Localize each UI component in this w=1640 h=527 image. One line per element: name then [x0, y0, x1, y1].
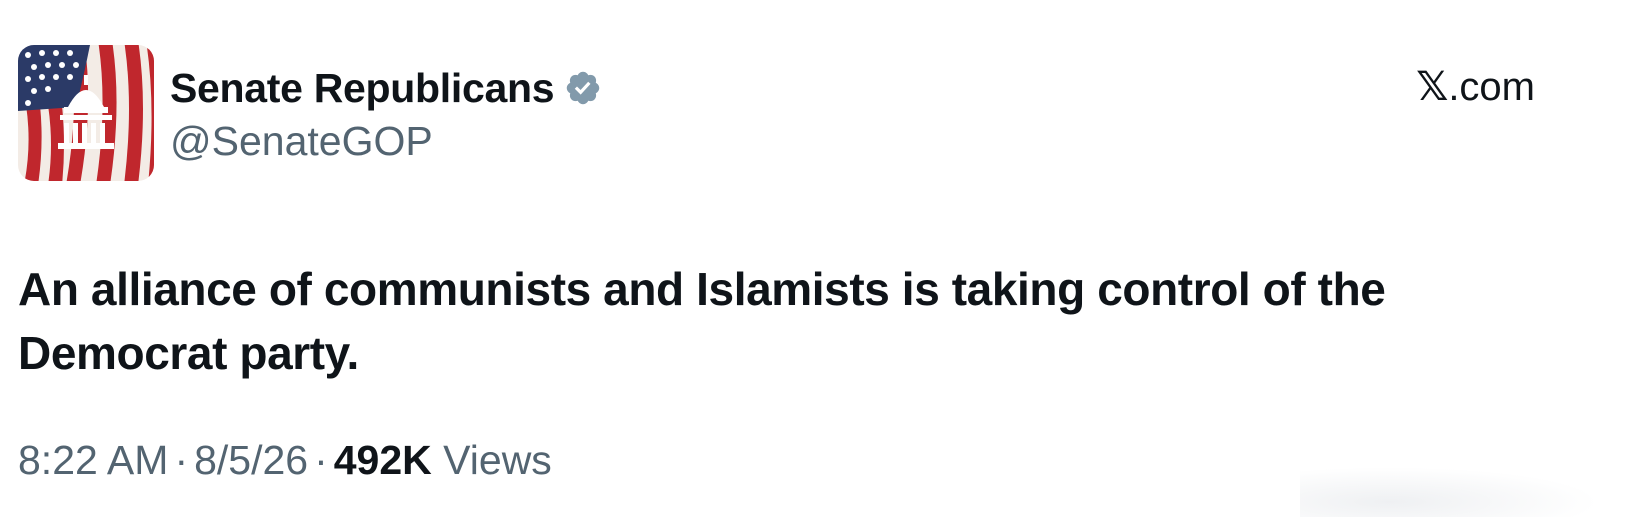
tweet-text: An alliance of communists and Islamists …	[18, 263, 1386, 379]
capitol-flag-avatar-icon	[18, 45, 154, 181]
name-row: Senate Republicans	[170, 62, 602, 114]
image-artifact	[1300, 467, 1600, 517]
handle[interactable]: @SenateGOP	[170, 118, 602, 165]
tweet-card: Senate Republicans @SenateGOP 𝕏.com An a…	[0, 0, 1640, 527]
source-label: 𝕏.com	[1416, 64, 1535, 110]
separator: ·	[314, 437, 328, 483]
views-count: 492K	[333, 437, 432, 483]
verified-badge-icon[interactable]	[564, 69, 602, 107]
avatar[interactable]	[18, 45, 154, 181]
tweet-time[interactable]: 8:22 AM	[18, 437, 168, 483]
views-label: Views	[443, 437, 552, 483]
author-block: Senate Republicans @SenateGOP	[170, 62, 602, 165]
x-logo-icon: 𝕏	[1416, 65, 1449, 109]
tweet-date[interactable]: 8/5/26	[194, 437, 308, 483]
separator: ·	[174, 437, 189, 483]
display-name[interactable]: Senate Republicans	[170, 65, 555, 112]
source-domain: .com	[1448, 65, 1535, 109]
tweet-meta: 8:22 AM · 8/5/26 · 492K Views	[18, 437, 552, 484]
